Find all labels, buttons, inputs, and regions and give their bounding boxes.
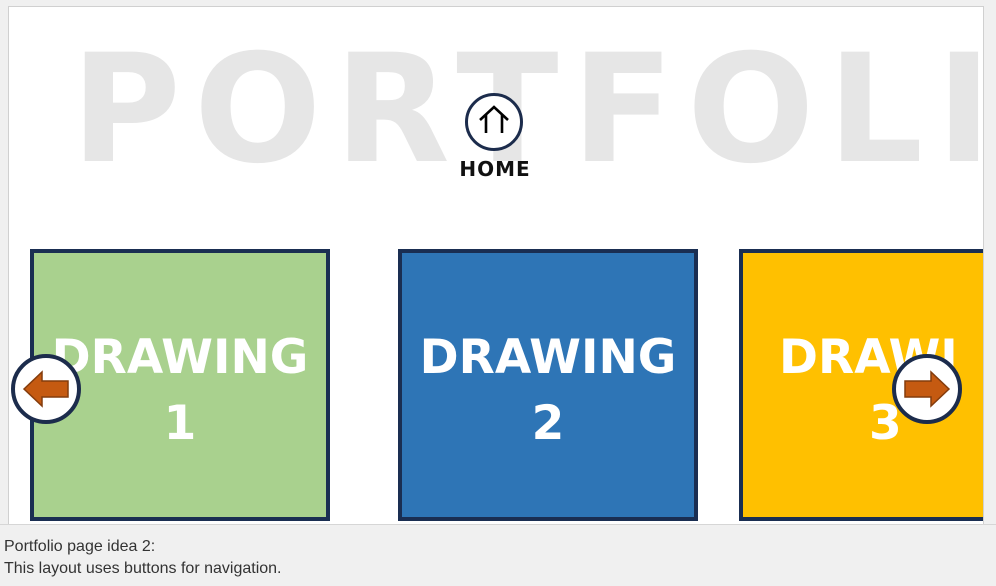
house-icon: [479, 105, 509, 133]
drawing-2-title: DRAWING: [419, 330, 677, 385]
home-label[interactable]: HOME: [443, 157, 547, 181]
notes-line-1: Portfolio page idea 2:: [4, 538, 156, 555]
arrow-right-icon: [904, 370, 951, 408]
next-button[interactable]: [892, 354, 962, 424]
speaker-notes-pane[interactable]: Portfolio page idea 2: This layout uses …: [0, 524, 996, 586]
slide-canvas[interactable]: PORTFOLIO HOME DRAWING 1 DRAWING 2 DRAWI…: [8, 6, 984, 525]
presentation-window: PORTFOLIO HOME DRAWING 1 DRAWING 2 DRAWI…: [0, 0, 996, 586]
drawing-2-tile[interactable]: DRAWING 2: [398, 249, 698, 521]
home-button[interactable]: [465, 93, 523, 151]
previous-button[interactable]: [11, 354, 81, 424]
arrow-left-icon: [22, 370, 69, 408]
notes-line-2: This layout uses buttons for navigation.: [4, 560, 282, 577]
drawing-2-number: 2: [531, 396, 565, 451]
